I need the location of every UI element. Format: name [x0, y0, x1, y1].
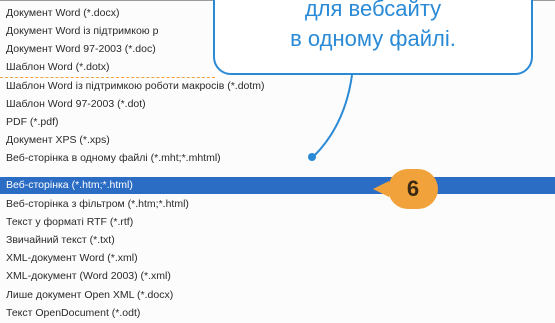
list-item-word-xml[interactable]: XML-документ Word (*.xml): [0, 250, 555, 266]
callout-line-2: в одному файлі.: [290, 26, 456, 51]
list-item-htm-filtered[interactable]: Веб-сторінка з фільтром (*.htm;*.html): [0, 196, 555, 212]
list-item-xps[interactable]: Документ XPS (*.xps): [0, 132, 555, 148]
list-item-htm-selected[interactable]: Веб-сторінка (*.htm;*.html): [0, 177, 555, 194]
list-item-strict-open-xml[interactable]: Лише документ Open XML (*.docx): [0, 287, 555, 303]
list-item-pdf[interactable]: PDF (*.pdf): [0, 114, 555, 130]
list-item-odt[interactable]: Текст OpenDocument (*.odt): [0, 305, 555, 321]
callout-text: для вебсайту в одному файлі.: [213, 0, 533, 54]
list-item-mht[interactable]: Веб-сторінка в одному файлі (*.mht;*.mht…: [0, 150, 555, 166]
step-badge-tail: [373, 181, 389, 197]
panel-edge-line: [0, 77, 215, 79]
callout-line-1: для вебсайту: [304, 0, 442, 21]
step-number-badge: 6: [388, 169, 438, 209]
list-item-dot[interactable]: Шаблон Word 97-2003 (*.dot): [0, 96, 555, 112]
list-item-word2003-xml[interactable]: XML-документ (Word 2003) (*.xml): [0, 268, 555, 284]
list-item-rtf[interactable]: Текст у форматі RTF (*.rtf): [0, 214, 555, 230]
list-item-txt[interactable]: Звичайний текст (*.txt): [0, 232, 555, 248]
list-item-dotm[interactable]: Шаблон Word із підтримкою роботи макросі…: [0, 78, 555, 94]
